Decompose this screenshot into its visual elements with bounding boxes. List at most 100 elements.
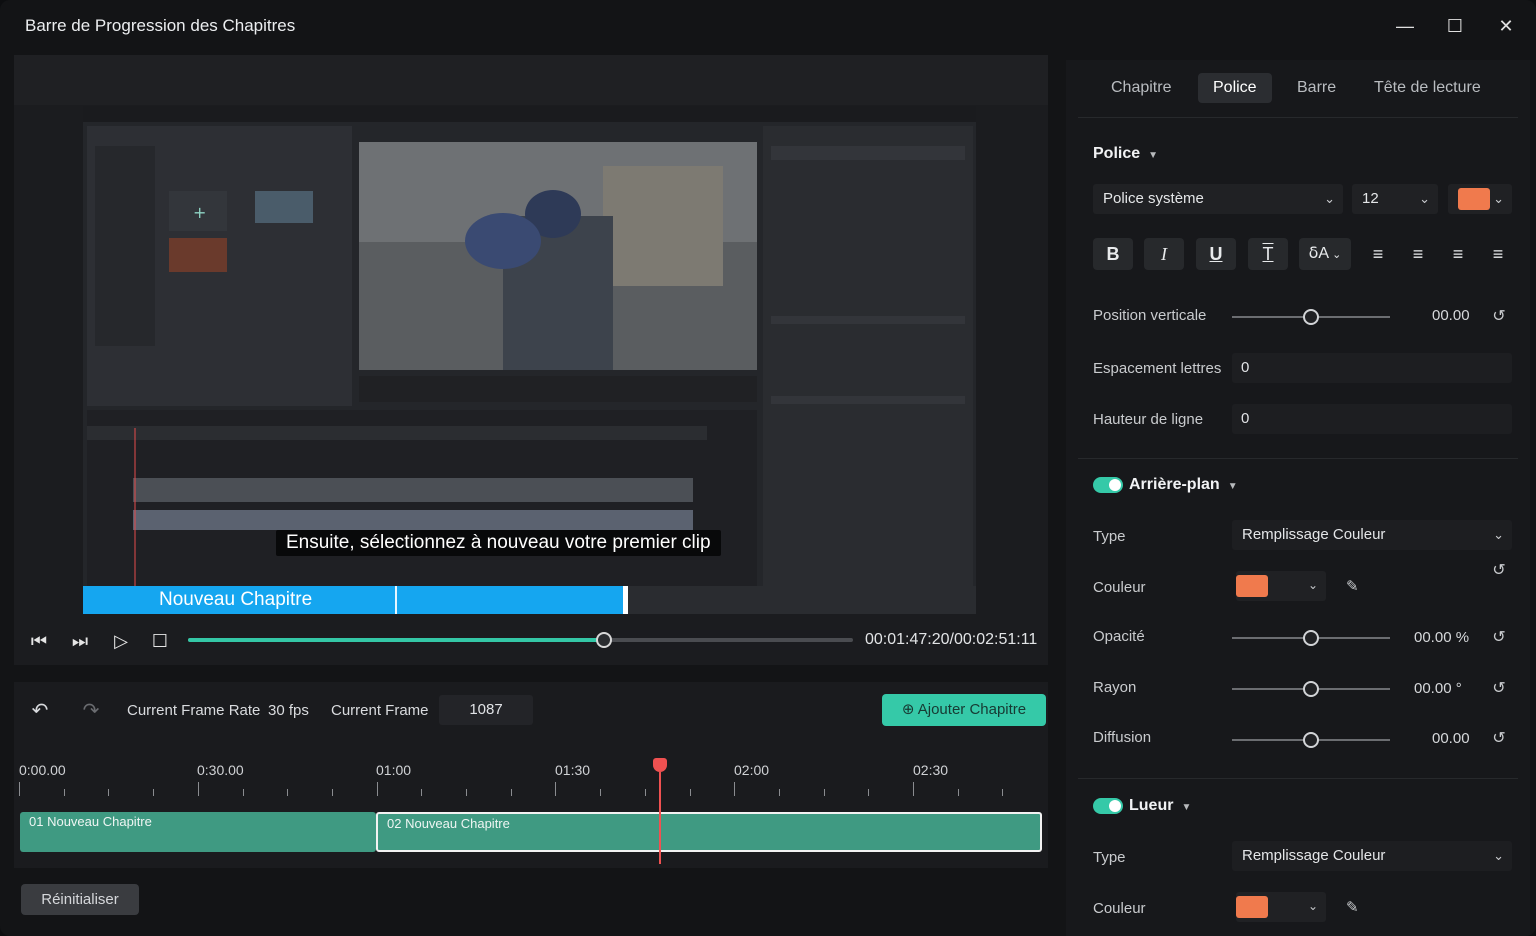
bg-color-picker[interactable]: ⌄ [1236, 571, 1326, 601]
play-icon[interactable]: ▷ [108, 628, 134, 654]
bold-button[interactable]: B [1093, 238, 1133, 270]
glow-section-header[interactable]: Lueur ▼ [1129, 797, 1191, 815]
bg-type-value: Remplissage Couleur [1242, 526, 1386, 543]
ruler-tick [913, 782, 914, 796]
stop-icon[interactable]: ☐ [147, 628, 173, 654]
chapter-progress-label: Nouveau Chapitre [159, 589, 313, 610]
ruler-label: 0:00.00 [19, 762, 66, 778]
diffusion-label: Diffusion [1093, 729, 1152, 746]
background-toggle[interactable] [1093, 477, 1123, 493]
ruler-label: 02:00 [734, 762, 770, 778]
ruler-tick [63, 789, 65, 796]
vertical-position-slider[interactable] [1232, 309, 1390, 325]
chapter-clip[interactable]: 01 Nouveau Chapitre [20, 812, 376, 852]
glow-toggle[interactable] [1093, 798, 1123, 814]
slider-knob[interactable] [1303, 732, 1319, 748]
timeline-ruler[interactable]: 0:00.00 0:30.00 01:00 01:30 02:00 02:30 [14, 760, 1048, 796]
playhead-handle[interactable] [653, 758, 667, 772]
chevron-down-icon: ⌄ [1324, 191, 1335, 206]
diffusion-slider[interactable] [1232, 732, 1390, 748]
line-height-input[interactable]: 0 [1232, 404, 1512, 434]
ruler-label: 02:30 [913, 762, 949, 778]
ruler-tick [19, 782, 20, 796]
font-section-title: Police [1093, 145, 1141, 162]
font-section-header[interactable]: Police ▼ [1093, 145, 1158, 163]
chevron-down-icon: ⌄ [1308, 899, 1319, 913]
chevron-down-icon: ⌄ [1419, 191, 1430, 206]
glow-type-select[interactable]: Remplissage Couleur ⌄ [1232, 841, 1512, 871]
close-button[interactable]: ✕ [1491, 12, 1521, 40]
ruler-tick [108, 789, 110, 796]
slider-knob[interactable] [1303, 309, 1319, 325]
step-back-icon[interactable]: ⏮ [26, 628, 52, 654]
ruler-tick [555, 782, 557, 796]
letter-spacing-input[interactable]: 0 [1232, 353, 1512, 383]
background-section-header[interactable]: Arrière-plan ▼ [1129, 476, 1238, 494]
strikethrough-icon[interactable]: T [1248, 238, 1288, 270]
bg-type-select[interactable]: Remplissage Couleur ⌄ [1232, 520, 1512, 550]
tab-barre[interactable]: Barre [1282, 73, 1351, 103]
ruler-tick [823, 789, 825, 796]
opacity-slider[interactable] [1232, 630, 1390, 646]
text-case-icon: ẟA [1308, 245, 1330, 262]
italic-button[interactable]: I [1144, 238, 1184, 270]
font-family-value: Police système [1103, 190, 1204, 207]
properties-panel: Chapitre Police Barre Tête de lecture Po… [1066, 60, 1530, 936]
reset-icon[interactable]: ↺ [1490, 629, 1508, 647]
window-title: Barre de Progression des Chapitres [25, 16, 296, 35]
font-color-select[interactable]: ⌄ [1448, 184, 1512, 214]
align-center-icon[interactable]: ≡ [1402, 238, 1434, 270]
reset-button[interactable]: Réinitialiser [21, 884, 139, 915]
reset-icon[interactable]: ↺ [1490, 730, 1508, 748]
tab-police[interactable]: Police [1198, 73, 1272, 103]
chapter-bar-remaining [628, 586, 976, 614]
font-size-select[interactable]: 12 ⌄ [1352, 184, 1438, 214]
plus-circle-icon: ⊕ [901, 701, 915, 718]
line-height-label: Hauteur de ligne [1093, 411, 1204, 428]
underline-button[interactable]: U [1196, 238, 1236, 270]
tab-tete-de-lecture[interactable]: Tête de lecture [1359, 73, 1496, 103]
playback-progress-fill [188, 638, 604, 642]
maximize-button[interactable]: ☐ [1440, 12, 1470, 40]
radius-label: Rayon [1093, 679, 1137, 696]
diffusion-value: 00.00 [1432, 730, 1470, 747]
radius-value: 00.00 ° [1414, 680, 1462, 697]
glow-color-picker[interactable]: ⌄ [1236, 892, 1326, 922]
align-justify-icon[interactable]: ≡ [1482, 238, 1514, 270]
chapter-progress-bar: Nouveau Chapitre [83, 586, 628, 614]
eyedropper-icon[interactable]: ✎ [1346, 577, 1364, 595]
current-frame-field[interactable]: 1087 [439, 695, 533, 725]
ruler-tick [331, 789, 333, 796]
ruler-tick [868, 789, 870, 796]
step-forward-icon[interactable]: ⏭ [67, 628, 93, 654]
ruler-tick [466, 789, 467, 796]
ruler-tick [153, 789, 155, 796]
chevron-down-icon: ⌄ [1493, 527, 1504, 542]
reset-icon[interactable]: ↺ [1490, 562, 1508, 580]
align-right-icon[interactable]: ≡ [1442, 238, 1474, 270]
font-family-select[interactable]: Police système ⌄ [1093, 184, 1343, 214]
minimize-button[interactable]: — [1390, 12, 1420, 40]
redo-icon[interactable]: ↷ [78, 698, 104, 724]
reset-icon[interactable]: ↺ [1490, 680, 1508, 698]
glow-color-swatch [1236, 896, 1268, 918]
slider-knob[interactable] [1303, 630, 1319, 646]
align-left-icon[interactable]: ≡ [1362, 238, 1394, 270]
svg-text:+: + [193, 203, 206, 222]
slider-knob[interactable] [1303, 681, 1319, 697]
radius-slider[interactable] [1232, 681, 1390, 697]
playback-progress-knob[interactable] [595, 632, 612, 648]
timeline-toolbar: ↶ ↷ Current Frame Rate 30 fps Current Fr… [14, 682, 1048, 738]
playback-progress[interactable] [188, 632, 853, 648]
reset-icon[interactable]: ↺ [1490, 308, 1508, 326]
text-case-button[interactable]: ẟA ⌄ [1299, 238, 1351, 270]
add-chapter-button[interactable]: ⊕ Ajouter Chapitre [882, 694, 1046, 726]
ruler-tick [242, 789, 244, 796]
chapter-clip-selected[interactable]: 02 Nouveau Chapitre [376, 812, 1042, 852]
frame-rate-label: Current Frame Rate [127, 702, 261, 719]
panel-tabs: Chapitre Police Barre Tête de lecture [1066, 60, 1530, 116]
eyedropper-icon[interactable]: ✎ [1346, 898, 1364, 916]
undo-icon[interactable]: ↶ [27, 698, 53, 724]
tab-chapitre[interactable]: Chapitre [1096, 73, 1186, 103]
bg-type-label: Type [1093, 528, 1126, 545]
